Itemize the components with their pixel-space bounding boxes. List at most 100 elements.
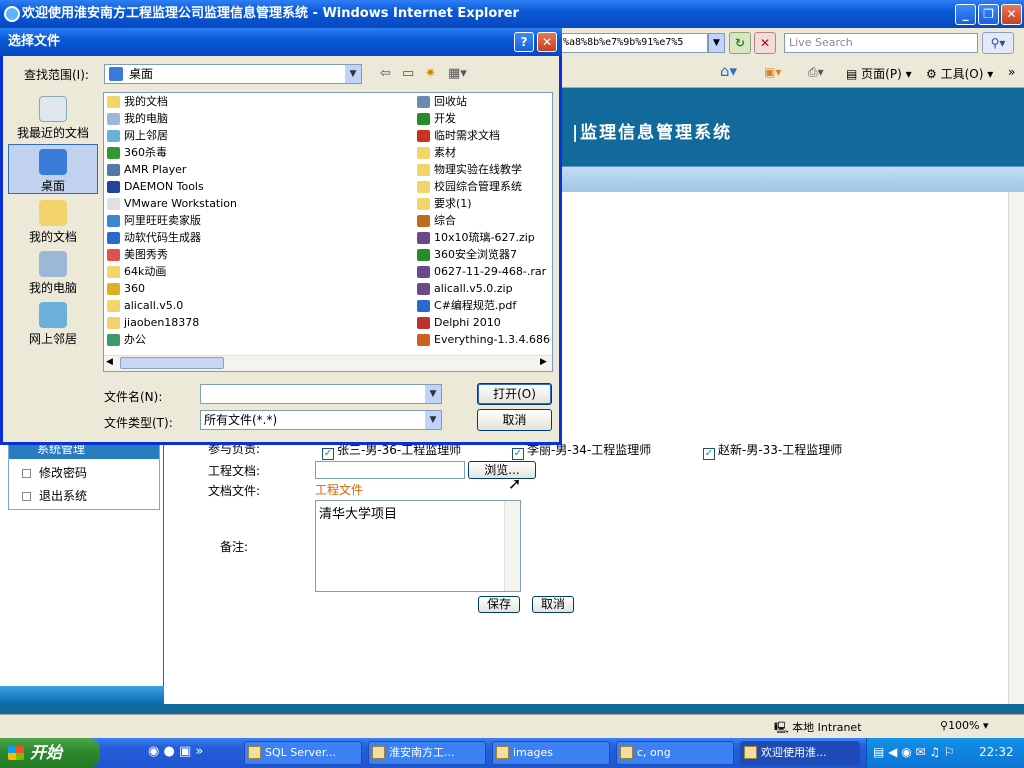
page-scrollbar[interactable]	[1008, 192, 1024, 704]
up-folder-icon[interactable]: ▭	[402, 66, 414, 81]
task-ie[interactable]: 欢迎使用淮...	[740, 741, 860, 765]
cancel-button[interactable]: 取消	[532, 596, 574, 613]
maximize-button[interactable]: ❐	[978, 4, 999, 25]
task-label: 欢迎使用淮...	[761, 746, 827, 759]
file-item[interactable]: 回收站	[416, 94, 467, 110]
remark-scrollbar[interactable]	[504, 501, 520, 591]
tools-menu[interactable]: ⚙ 工具(O) ▾	[926, 65, 993, 82]
file-item[interactable]: 网上邻居	[106, 128, 168, 144]
dialog-close-button[interactable]: ✕	[537, 32, 557, 52]
file-item[interactable]: alicall.v5.0.zip	[416, 281, 513, 297]
file-item[interactable]: jiaoben18378	[106, 315, 199, 331]
file-name: 要求(1)	[434, 197, 472, 210]
chevron-down-icon[interactable]: ▼	[425, 385, 441, 403]
file-name: 我的文档	[124, 95, 168, 108]
zone-label: 本地 Intranet	[792, 721, 862, 734]
file-icon	[417, 198, 430, 210]
place-my-computer[interactable]: 我的电脑	[8, 247, 98, 297]
file-item[interactable]: DAEMON Tools	[106, 179, 204, 195]
new-folder-icon[interactable]: ✷	[425, 66, 436, 81]
doc-file-input[interactable]	[315, 461, 465, 479]
file-item[interactable]: 360杀毒	[106, 145, 167, 161]
file-item[interactable]: 0627-11-29-468-.rar	[416, 264, 546, 280]
file-item[interactable]: 开发	[416, 111, 456, 127]
file-item[interactable]: 64k动画	[106, 264, 166, 280]
chevron-down-icon[interactable]: ▼	[425, 411, 441, 429]
stop-icon[interactable]: ✕	[754, 32, 776, 54]
task-project[interactable]: 淮安南方工...	[368, 741, 486, 765]
participant-checkbox[interactable]: ✓ 赵新-男-33-工程监理师	[703, 441, 842, 460]
file-item[interactable]: 360安全浏览器7	[416, 247, 517, 263]
start-button[interactable]: 开始	[0, 738, 100, 768]
refresh-icon[interactable]: ↻	[729, 32, 751, 54]
search-icon[interactable]: ⚲▾	[982, 32, 1014, 54]
minimize-button[interactable]: _	[955, 4, 976, 25]
filetype-select[interactable]: 所有文件(*.*) ▼	[200, 410, 442, 430]
tray-icons[interactable]: ▤ ◀ ◉ ✉ ♫ ⚐	[873, 745, 955, 759]
back-icon[interactable]: ⇦	[380, 66, 391, 81]
address-dropdown-icon[interactable]: ▼	[708, 33, 725, 53]
file-item[interactable]: 物理实验在线教学	[416, 162, 522, 178]
file-item[interactable]: 我的电脑	[106, 111, 168, 127]
address-bar[interactable]: %a8%8b%e7%9b%91%e7%5	[560, 33, 708, 53]
scroll-right-icon[interactable]: ▶	[540, 357, 547, 367]
file-name: 临时需求文档	[434, 129, 500, 142]
print-icon[interactable]: ⎙▾	[808, 65, 824, 80]
file-item[interactable]: C#编程规范.pdf	[416, 298, 516, 314]
home-icon[interactable]: ⌂▾	[720, 62, 737, 80]
file-item[interactable]: Everything-1.3.4.686	[416, 332, 550, 348]
file-item[interactable]: 10x10琉璃-627.zip	[416, 230, 535, 246]
file-icon	[417, 113, 430, 125]
task-cong[interactable]: c, ong	[616, 741, 734, 765]
sidebar-item-logout[interactable]: 退出系统	[22, 487, 87, 504]
search-input[interactable]: Live Search	[784, 33, 978, 53]
feeds-icon[interactable]: ▣▾	[764, 65, 781, 79]
checkbox-checked-icon: ✓	[512, 448, 524, 460]
file-item[interactable]: 校园综合管理系统	[416, 179, 522, 195]
file-item[interactable]: Delphi 2010	[416, 315, 501, 331]
scroll-thumb[interactable]	[120, 357, 224, 369]
dialog-cancel-button[interactable]: 取消	[477, 409, 552, 431]
place-my-documents[interactable]: 我的文档	[8, 196, 98, 246]
file-item[interactable]: 美图秀秀	[106, 247, 168, 263]
quick-launch[interactable]: ◉ ● ▣ »	[148, 744, 203, 759]
page-menu[interactable]: ▤ 页面(P) ▾	[846, 65, 912, 82]
place-label: 网上邻居	[28, 332, 77, 346]
open-button[interactable]: 打开(O)	[477, 383, 552, 405]
file-item[interactable]: alicall.v5.0	[106, 298, 183, 314]
file-item[interactable]: 综合	[416, 213, 456, 229]
file-item[interactable]: 动软代码生成器	[106, 230, 201, 246]
file-item[interactable]: 临时需求文档	[416, 128, 500, 144]
save-button[interactable]: 保存	[478, 596, 520, 613]
zoom-control[interactable]: ⚲100% ▾	[940, 719, 989, 732]
task-images[interactable]: images	[492, 741, 610, 765]
sidebar-item-change-password[interactable]: 修改密码	[22, 464, 87, 481]
file-item[interactable]: 360	[106, 281, 145, 297]
file-item[interactable]: AMR Player	[106, 162, 186, 178]
file-item[interactable]: 素材	[416, 145, 456, 161]
close-window-button[interactable]: ✕	[1001, 4, 1022, 25]
scroll-left-icon[interactable]: ◀	[106, 357, 113, 367]
chevron-down-icon[interactable]: ▼	[345, 65, 361, 83]
file-name: 我的电脑	[124, 112, 168, 125]
doc-file-link[interactable]: 工程文件	[315, 481, 363, 498]
filename-input[interactable]: ▼	[200, 384, 442, 404]
browse-button[interactable]: 浏览...	[468, 461, 536, 479]
help-button[interactable]: ?	[514, 32, 534, 52]
look-in-select[interactable]: 桌面 ▼	[104, 64, 362, 84]
place-recent[interactable]: 我最近的文档	[8, 92, 98, 142]
chevron-right-icon[interactable]: »	[1008, 65, 1015, 79]
view-menu-icon[interactable]: ▦▾	[448, 66, 467, 81]
place-network[interactable]: 网上邻居	[8, 298, 98, 348]
file-icon	[417, 266, 430, 278]
file-item[interactable]: 我的文档	[106, 94, 168, 110]
file-item[interactable]: 办公	[106, 332, 146, 348]
file-item[interactable]: VMware Workstation	[106, 196, 237, 212]
file-item[interactable]: 要求(1)	[416, 196, 472, 212]
checkbox-checked-icon: ✓	[703, 448, 715, 460]
file-icon	[417, 283, 430, 295]
remark-textarea[interactable]: 清华大学项目	[315, 500, 521, 592]
place-desktop[interactable]: 桌面	[8, 144, 98, 194]
file-item[interactable]: 阿里旺旺卖家版	[106, 213, 201, 229]
task-sql-server[interactable]: SQL Server...	[244, 741, 362, 765]
